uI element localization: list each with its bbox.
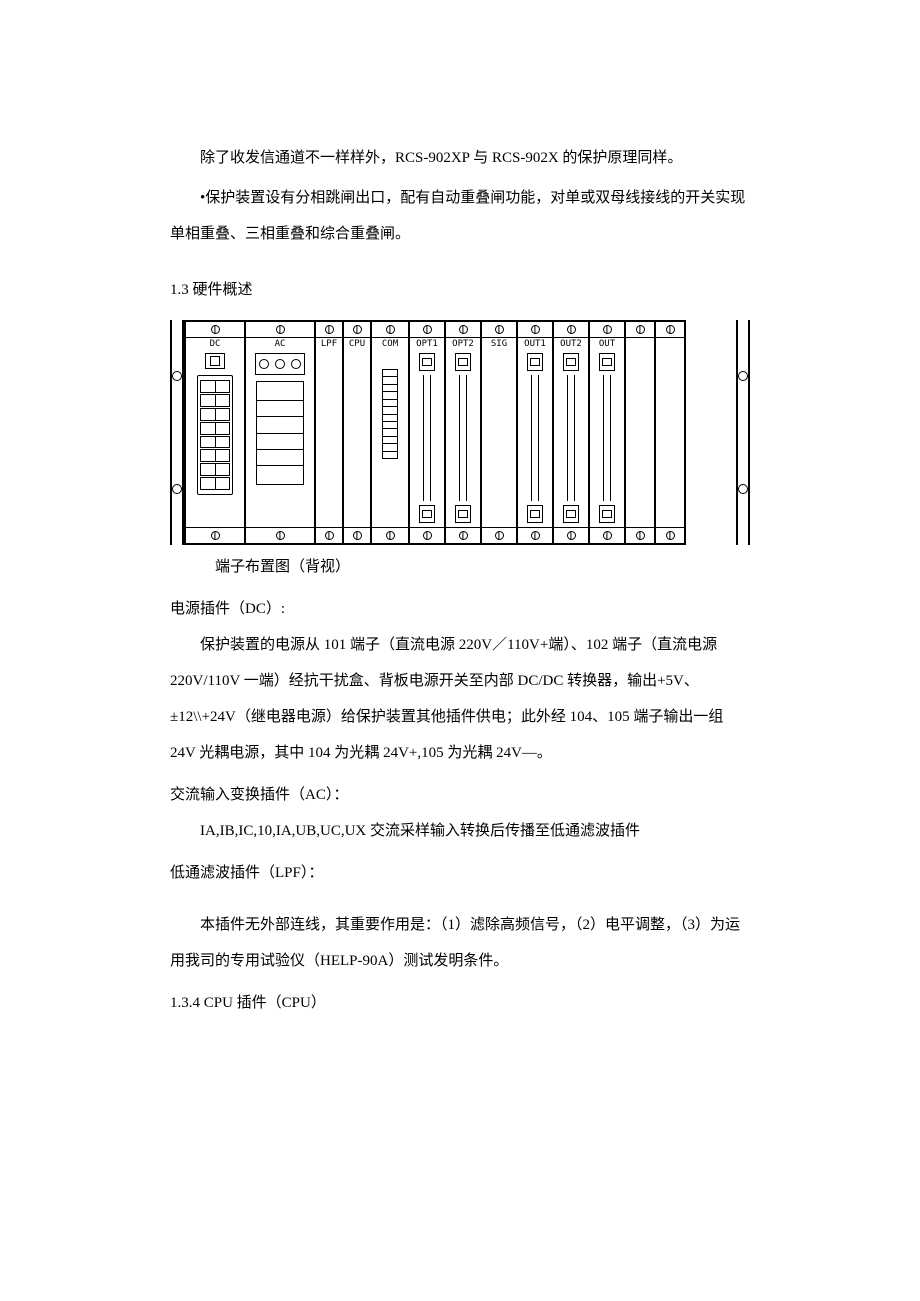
slot-blank-12 [654,320,686,545]
intro-paragraph-1: 除了收发信通道不一样样外，RCS-902XP 与 RCS-902X 的保护原理同… [170,140,750,176]
slot-label: DC [186,340,244,349]
ac-heading: 交流输入变换插件（AC）： [170,777,750,813]
slot-label: OUT2 [554,340,588,349]
diagram-slots: DCACLPFCPUCOMOPT1OPT2SIGOUT1OUT2OUT [184,320,736,545]
intro-paragraph-2: •保护装置设有分相跳闸出口，配有自动重叠闸功能，对单或双母线接线的开关实现单相重… [170,180,750,252]
slot-label: OUT [590,340,624,349]
terminal-layout-diagram: DCACLPFCPUCOMOPT1OPT2SIGOUT1OUT2OUT [170,320,750,545]
dc-heading: 电源插件（DC）: [170,591,750,627]
slot-lpf: LPF [314,320,344,545]
slot-com: COM [370,320,410,545]
slot-label: OPT1 [410,340,444,349]
slot-label: AC [246,340,314,349]
dc-body: 保护装置的电源从 101 端子（直流电源 220V／110V+端）、102 端子… [170,627,750,771]
slot-label: OUT1 [518,340,552,349]
ac-body: IA,IB,IC,10,IA,UB,UC,UX 交流采样输入转换后传播至低通滤波… [170,813,750,849]
slot-label: LPF [316,340,342,349]
slot-dc: DC [184,320,246,545]
slot-label: OPT2 [446,340,480,349]
slot-opt1: OPT1 [408,320,446,545]
lpf-body: 本插件无外部连线，其重要作用是：（1）滤除高频信号，（2）电平调整，（3）为运用… [170,907,750,979]
slot-label: SIG [482,340,516,349]
cpu-heading: 1.3.4 CPU 插件（CPU） [170,985,750,1021]
slot-out1: OUT1 [516,320,554,545]
slot-ac: AC [244,320,316,545]
slot-blank-11 [624,320,656,545]
diagram-caption: 端子布置图（背视） [170,549,750,585]
slot-opt2: OPT2 [444,320,482,545]
diagram-rail-right [736,320,750,545]
slot-label: COM [372,340,408,349]
slot-out2: OUT2 [552,320,590,545]
section-heading-hardware: 1.3 硬件概述 [170,272,750,308]
diagram-rail-left [170,320,184,545]
slot-label: CPU [344,340,370,349]
slot-sig: SIG [480,320,518,545]
slot-out: OUT [588,320,626,545]
lpf-heading: 低通滤波插件（LPF）： [170,855,750,891]
slot-cpu: CPU [342,320,372,545]
